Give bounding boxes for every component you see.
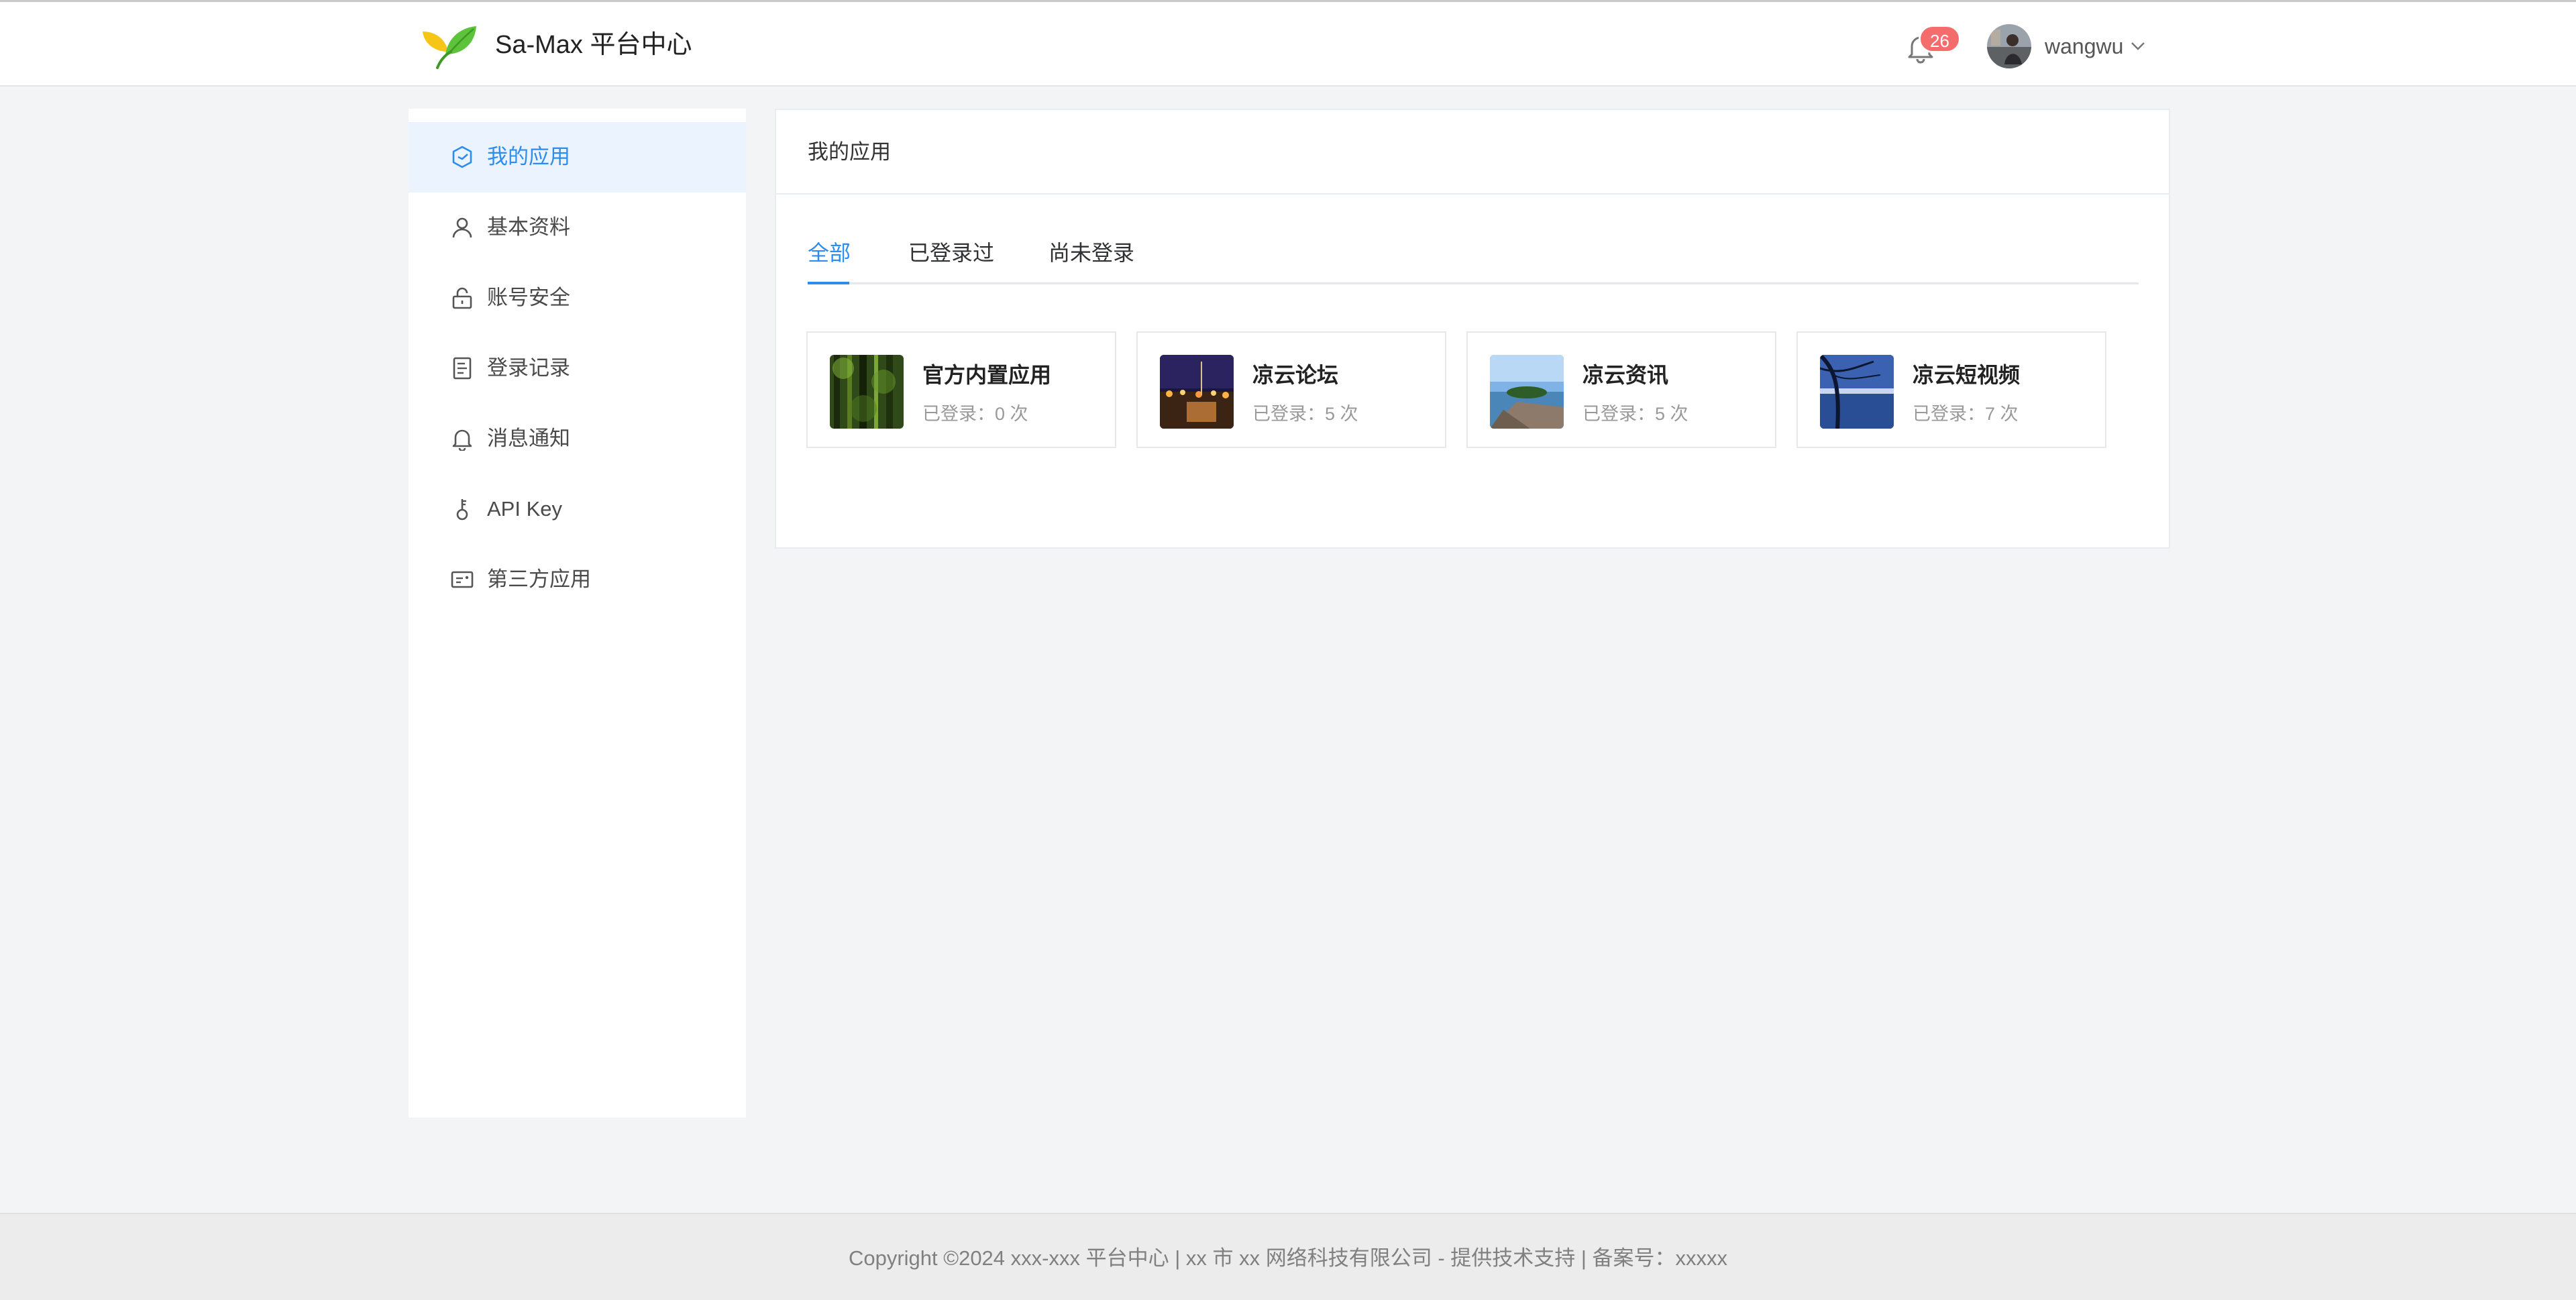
app-card[interactable]: 凉云短视频 已登录：7 次: [1796, 331, 2106, 448]
chevron-down-icon[interactable]: [2129, 40, 2147, 53]
lock-icon: [452, 287, 472, 309]
notification-badge: 26: [1919, 25, 1961, 53]
top-header: Sa-Max 平台中心 26 wangwu: [0, 2, 2576, 87]
username[interactable]: wangwu: [2045, 33, 2123, 60]
app-thumbnail-lake: [1820, 355, 1894, 429]
my-apps-panel: 我的应用 全部 已登录过 尚未登录 官方内置应用 已登录：0 次 凉云论坛 已登…: [775, 109, 2170, 549]
app-login-count: 已登录：5 次: [1252, 404, 1358, 424]
page-title: 我的应用: [808, 140, 891, 164]
tab-active-indicator: [808, 282, 849, 284]
sidebar-item-login-records[interactable]: 登录记录: [409, 333, 746, 404]
app-name: 官方内置应用: [922, 363, 1052, 387]
sidebar: 我的应用 基本资料 账号安全 登录记录 消息通知 API Key 第三方应用: [409, 109, 746, 1118]
sidebar-item-profile[interactable]: 基本资料: [409, 193, 746, 263]
app-thumbnail-forest: [830, 355, 904, 429]
tab-bar: 全部 已登录过 尚未登录: [808, 237, 2139, 284]
sidebar-item-label: 账号安全: [487, 286, 570, 309]
sidebar-item-my-apps[interactable]: 我的应用: [409, 122, 746, 193]
leaf-logo-icon[interactable]: [421, 25, 478, 69]
bell-icon: [452, 429, 472, 451]
sidebar-item-label: 消息通知: [487, 427, 570, 450]
app-card[interactable]: 凉云资讯 已登录：5 次: [1466, 331, 1776, 448]
sidebar-item-label: 第三方应用: [487, 567, 591, 591]
app-name: 凉云短视频: [1913, 363, 2021, 387]
user-icon: [452, 217, 472, 238]
cube-icon: [452, 146, 472, 168]
app-login-count: 已登录：5 次: [1582, 404, 1688, 424]
app-name: 凉云论坛: [1252, 363, 1339, 387]
copyright-text: Copyright ©2024 xxx-xxx 平台中心 | xx 市 xx 网…: [848, 1246, 1728, 1270]
document-icon: [453, 357, 472, 380]
panel-header: 我的应用: [776, 110, 2169, 195]
app-login-count: 已登录：7 次: [1913, 404, 2019, 424]
app-name: 凉云资讯: [1582, 363, 1669, 387]
id-card-icon: [451, 571, 474, 588]
sidebar-item-notifications[interactable]: 消息通知: [409, 404, 746, 474]
tab-not-logged-in[interactable]: 尚未登录: [1049, 237, 1134, 268]
app-thumbnail-night-city: [1160, 355, 1234, 429]
app-thumbnail-island: [1490, 355, 1564, 429]
sidebar-item-security[interactable]: 账号安全: [409, 263, 746, 333]
sidebar-item-label: API Key: [487, 497, 562, 521]
sidebar-menu: 我的应用 基本资料 账号安全 登录记录 消息通知 API Key 第三方应用: [409, 122, 746, 615]
sidebar-item-label: 登录记录: [487, 356, 570, 380]
sidebar-item-api-key[interactable]: API Key: [409, 474, 746, 545]
sidebar-item-label: 基本资料: [487, 215, 570, 239]
key-icon: [456, 499, 468, 521]
tab-logged-in[interactable]: 已登录过: [908, 237, 994, 268]
sidebar-item-label: 我的应用: [487, 145, 570, 168]
brand-title[interactable]: Sa-Max 平台中心: [495, 29, 692, 61]
app-card[interactable]: 凉云论坛 已登录：5 次: [1136, 331, 1446, 448]
app-login-count: 已登录：0 次: [922, 404, 1028, 424]
app-card[interactable]: 官方内置应用 已登录：0 次: [806, 331, 1116, 448]
tab-all[interactable]: 全部: [808, 237, 851, 268]
sidebar-item-third-party-apps[interactable]: 第三方应用: [409, 545, 746, 615]
avatar[interactable]: [1987, 24, 2031, 68]
footer: Copyright ©2024 xxx-xxx 平台中心 | xx 市 xx 网…: [0, 1213, 2576, 1300]
